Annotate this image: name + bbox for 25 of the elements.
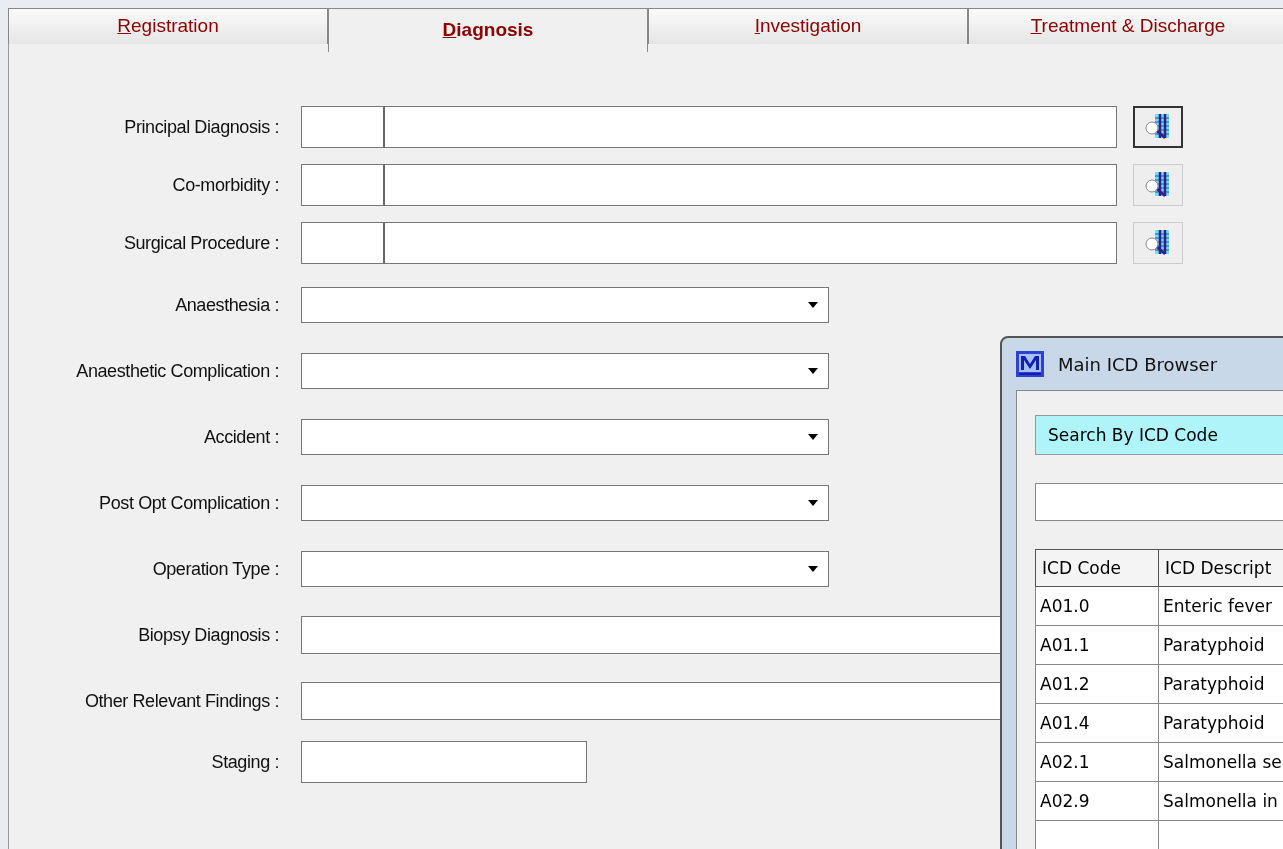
table-cell: A02.1 bbox=[1035, 742, 1159, 782]
field-label: Accident : bbox=[202, 426, 280, 448]
field-label: Staging : bbox=[210, 751, 280, 773]
table-cell: A01.1 bbox=[1035, 625, 1159, 665]
field-label: Operation Type : bbox=[151, 558, 280, 580]
field-label: Anaesthetic Complication : bbox=[75, 360, 280, 382]
field-label: Co-morbidity : bbox=[171, 174, 280, 196]
table-cell: A02.9 bbox=[1035, 781, 1159, 821]
column-header[interactable]: ICD Descript bbox=[1158, 549, 1283, 587]
field-label: Principal Diagnosis : bbox=[123, 116, 280, 138]
field-label: Surgical Procedure : bbox=[122, 232, 280, 254]
tab[interactable]: Treatment & Discharge bbox=[968, 8, 1283, 44]
field-label: Anaesthesia : bbox=[174, 294, 280, 316]
column-header[interactable]: ICD Code bbox=[1035, 549, 1159, 587]
field-label: Biopsy Diagnosis : bbox=[137, 624, 280, 646]
dialog-title: Main ICD Browser bbox=[1058, 353, 1218, 375]
table-cell: A01.4 bbox=[1035, 703, 1159, 743]
tab[interactable]: Registration bbox=[8, 8, 328, 44]
tab[interactable]: Investigation bbox=[648, 8, 968, 44]
table-cell: A01.2 bbox=[1035, 664, 1159, 704]
tab[interactable]: Diagnosis bbox=[328, 8, 648, 52]
field-label: Post Opt Complication : bbox=[98, 492, 280, 514]
table-cell: A01.0 bbox=[1035, 586, 1159, 626]
search-mode-bar[interactable]: Search By ICD Code bbox=[1035, 415, 1283, 455]
field-label: Other Relevant Findings : bbox=[83, 690, 280, 712]
